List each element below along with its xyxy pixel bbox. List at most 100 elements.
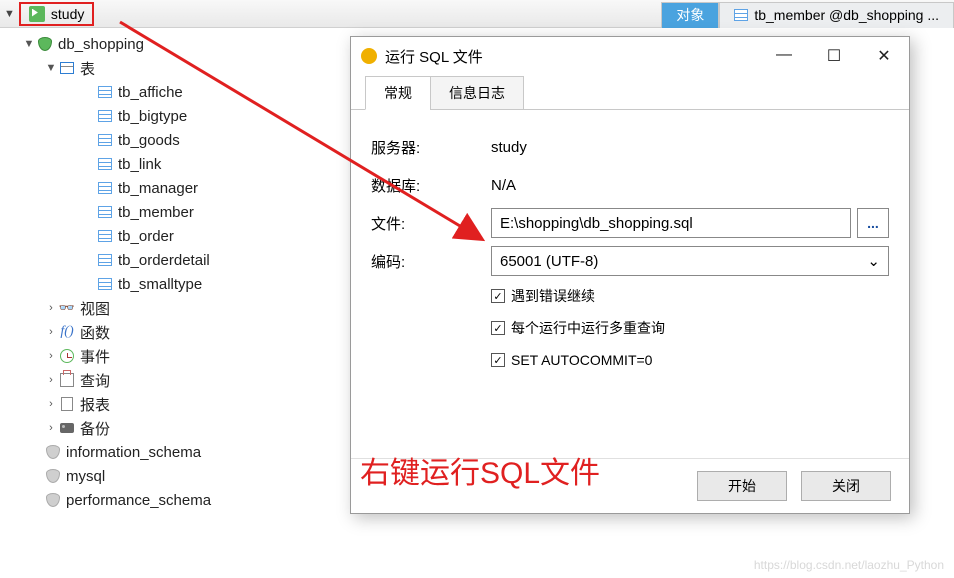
checkbox-multi-query[interactable]: ✓ 每个运行中运行多重查询 [491, 312, 889, 344]
tab-general[interactable]: 常规 [365, 76, 431, 110]
annotation-text: 右键运行SQL文件 [360, 448, 600, 492]
close-button[interactable]: ✕ [869, 46, 899, 66]
dialog-tabs: 常规 信息日志 [351, 75, 909, 109]
chevron-right-icon[interactable]: › [44, 422, 58, 434]
app-icon [361, 48, 377, 64]
tab-log[interactable]: 信息日志 [430, 76, 524, 110]
close-dialog-button[interactable]: 关闭 [801, 471, 891, 501]
table-icon [96, 108, 114, 124]
checkbox-icon: ✓ [491, 289, 505, 303]
label-file: 文件: [371, 213, 491, 234]
table-icon [96, 204, 114, 220]
db-label: db_shopping [58, 36, 144, 53]
tab-tb-member[interactable]: tb_member @db_shopping ... [719, 2, 954, 28]
object-tree: ▼ db_shopping ▼ 表 tb_affiche tb_bigtype … [0, 28, 350, 578]
event-icon [58, 348, 76, 364]
table-label: tb_member [118, 204, 194, 221]
db-node-other[interactable]: performance_schema [0, 488, 350, 512]
report-icon [58, 396, 76, 412]
chevron-down-icon[interactable]: ▼ [4, 8, 15, 20]
dialog-titlebar[interactable]: 运行 SQL 文件 — ☐ ✕ [351, 37, 909, 75]
label-database: 数据库: [371, 175, 491, 196]
dialog-body: 服务器: study 数据库: N/A 文件: ... 编码: 65001 (U… [351, 109, 909, 458]
table-label: tb_bigtype [118, 108, 187, 125]
db-node-other[interactable]: information_schema [0, 440, 350, 464]
chevron-right-icon[interactable]: › [44, 302, 58, 314]
checkbox-continue-on-error[interactable]: ✓ 遇到错误继续 [491, 280, 889, 312]
table-row[interactable]: tb_manager [0, 176, 350, 200]
db-label: mysql [66, 468, 105, 485]
chevron-down-icon[interactable]: ▼ [44, 62, 58, 74]
checkbox-autocommit[interactable]: ✓ SET AUTOCOMMIT=0 [491, 344, 889, 376]
group-label: 报表 [80, 394, 110, 415]
table-row[interactable]: tb_bigtype [0, 104, 350, 128]
connection-highlighted[interactable]: study [19, 2, 94, 26]
tables-group-label: 表 [80, 58, 95, 79]
start-button[interactable]: 开始 [697, 471, 787, 501]
run-sql-dialog: 运行 SQL 文件 — ☐ ✕ 常规 信息日志 服务器: study 数据库: … [350, 36, 910, 514]
tables-group-node[interactable]: ▼ 表 [0, 56, 350, 80]
table-row[interactable]: tb_goods [0, 128, 350, 152]
table-icon [96, 180, 114, 196]
watermark: https://blog.csdn.net/laozhu_Python [754, 558, 944, 572]
db-label: performance_schema [66, 492, 211, 509]
group-label: 事件 [80, 346, 110, 367]
functions-group-node[interactable]: ›f()函数 [0, 320, 350, 344]
connection-name: study [51, 6, 84, 22]
checkbox-label: SET AUTOCOMMIT=0 [511, 352, 652, 368]
checkbox-icon: ✓ [491, 353, 505, 367]
minimize-button[interactable]: — [769, 46, 799, 66]
group-label: 视图 [80, 298, 110, 319]
tab-objects[interactable]: 对象 [661, 2, 719, 28]
chevron-right-icon[interactable]: › [44, 374, 58, 386]
value-server: study [491, 139, 527, 156]
chevron-right-icon[interactable]: › [44, 326, 58, 338]
table-row[interactable]: tb_order [0, 224, 350, 248]
table-row[interactable]: tb_affiche [0, 80, 350, 104]
db-node-other[interactable]: mysql [0, 464, 350, 488]
table-icon [96, 228, 114, 244]
table-row[interactable]: tb_orderdetail [0, 248, 350, 272]
backup-group-node[interactable]: › 备份 [0, 416, 350, 440]
table-icon [96, 132, 114, 148]
chevron-down-icon[interactable]: ▼ [22, 38, 36, 50]
tables-icon [58, 60, 76, 76]
table-icon [96, 252, 114, 268]
table-row[interactable]: tb_link [0, 152, 350, 176]
group-label: 查询 [80, 370, 110, 391]
main-header: ▼ study 对象 tb_member @db_shopping ... [0, 0, 954, 28]
backup-icon [58, 420, 76, 436]
dialog-title: 运行 SQL 文件 [385, 46, 483, 67]
maximize-button[interactable]: ☐ [819, 46, 849, 66]
chevron-down-icon: ⌄ [867, 252, 880, 270]
tab-label: 对象 [676, 5, 704, 25]
browse-button[interactable]: ... [857, 208, 889, 238]
encoding-value: 65001 (UTF-8) [500, 253, 598, 270]
chevron-right-icon[interactable]: › [44, 350, 58, 362]
db-node[interactable]: ▼ db_shopping [0, 32, 350, 56]
views-group-node[interactable]: ›👓视图 [0, 296, 350, 320]
table-label: tb_manager [118, 180, 198, 197]
group-label: 函数 [80, 322, 110, 343]
file-input[interactable] [491, 208, 851, 238]
table-label: tb_link [118, 156, 161, 173]
database-icon [44, 444, 62, 460]
chevron-right-icon[interactable]: › [44, 398, 58, 410]
table-icon [96, 156, 114, 172]
table-icon [96, 276, 114, 292]
group-label: 备份 [80, 418, 110, 439]
connection-icon [29, 6, 45, 22]
reports-group-node[interactable]: › 报表 [0, 392, 350, 416]
table-row[interactable]: tb_member [0, 200, 350, 224]
encoding-select[interactable]: 65001 (UTF-8) ⌄ [491, 246, 889, 276]
table-label: tb_order [118, 228, 174, 245]
table-icon [734, 9, 748, 21]
queries-group-node[interactable]: › 查询 [0, 368, 350, 392]
table-row[interactable]: tb_smalltype [0, 272, 350, 296]
events-group-node[interactable]: › 事件 [0, 344, 350, 368]
db-label: information_schema [66, 444, 201, 461]
value-database: N/A [491, 177, 516, 194]
label-encoding: 编码: [371, 251, 491, 272]
table-label: tb_orderdetail [118, 252, 210, 269]
checkbox-icon: ✓ [491, 321, 505, 335]
